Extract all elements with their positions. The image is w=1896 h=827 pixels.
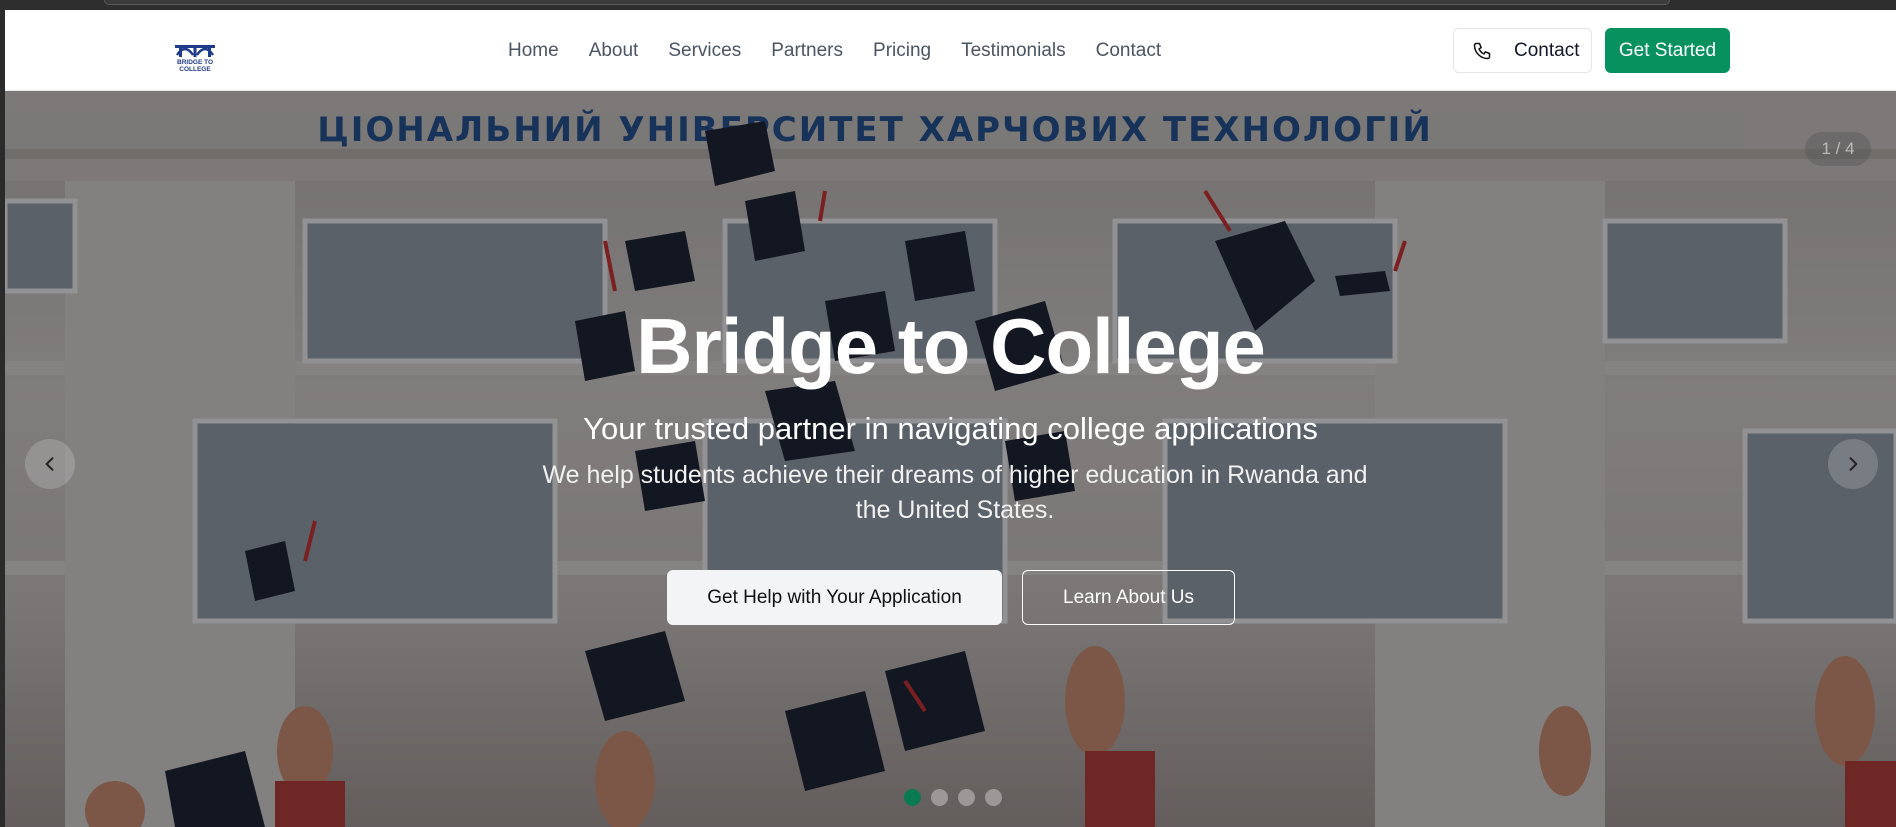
nav-pricing[interactable]: Pricing (873, 40, 931, 62)
nav-partners[interactable]: Partners (771, 40, 843, 62)
carousel-dot-1[interactable] (904, 789, 921, 806)
hero-title: Bridge to College (636, 302, 1266, 390)
carousel-dot-4[interactable] (985, 789, 1002, 806)
phone-icon (1473, 42, 1491, 59)
nav-services[interactable]: Services (668, 40, 741, 62)
hero-description: We help students achieve their dreams of… (542, 461, 1368, 524)
logo-bridge-icon: BRIDGE TO COLLEGE (175, 45, 215, 73)
chevron-right-icon (1849, 457, 1858, 471)
contact-button[interactable]: Contact (1453, 28, 1592, 73)
site-header: BRIDGE TO COLLEGE Home About Services Pa… (5, 10, 1896, 91)
carousel-dots (904, 789, 1002, 806)
nav-contact[interactable]: Contact (1096, 40, 1161, 62)
carousel-dot-2[interactable] (931, 789, 948, 806)
logo-line2: COLLEGE (179, 66, 211, 73)
browser-chrome (0, 0, 1896, 10)
nav-home[interactable]: Home (508, 40, 559, 62)
hero-subtitle: Your trusted partner in navigating colle… (583, 411, 1318, 446)
page: BRIDGE TO COLLEGE Home About Services Pa… (5, 10, 1896, 827)
browser-address-bar (104, 0, 1670, 5)
chevron-left-icon (45, 457, 54, 471)
logo-line1: BRIDGE TO (177, 59, 213, 66)
nav-about[interactable]: About (589, 40, 639, 62)
carousel-dot-3[interactable] (958, 789, 975, 806)
nav-testimonials[interactable]: Testimonials (961, 40, 1066, 62)
logo[interactable]: BRIDGE TO COLLEGE (171, 30, 219, 80)
hero-carousel: ЦІОНАЛЬНИЙ УНІВЕРСИТЕТ ХАРЧОВИХ ТЕХНОЛОГ… (5, 91, 1896, 827)
get-started-button[interactable]: Get Started (1605, 28, 1730, 73)
contact-button-label: Contact (1514, 39, 1580, 61)
slide-counter: 1 / 4 (1805, 132, 1871, 166)
get-help-button[interactable]: Get Help with Your Application (667, 570, 1002, 625)
learn-about-us-button[interactable]: Learn About Us (1022, 570, 1235, 625)
main-nav: Home About Services Partners Pricing Tes… (508, 40, 1191, 62)
